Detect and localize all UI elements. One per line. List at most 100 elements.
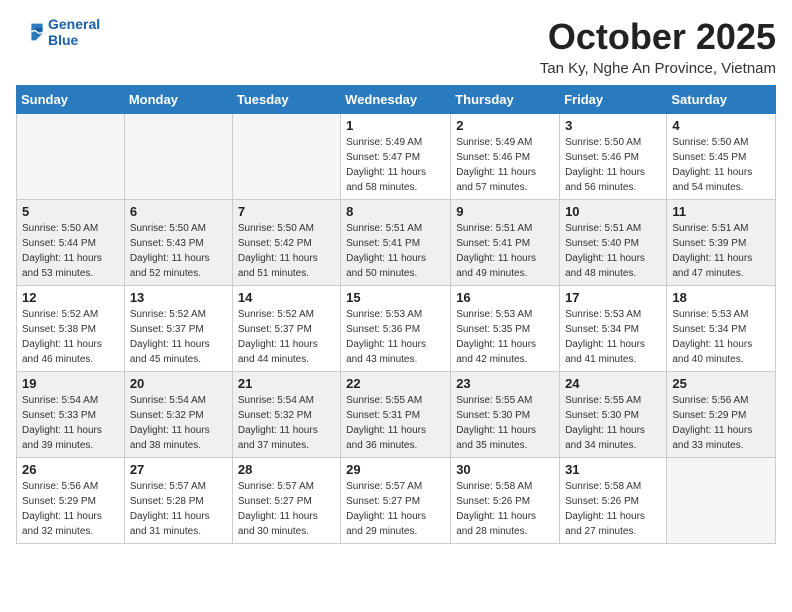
day-info: Sunrise: 5:51 AM Sunset: 5:41 PM Dayligh… — [456, 221, 554, 281]
day-info: Sunrise: 5:52 AM Sunset: 5:37 PM Dayligh… — [130, 307, 227, 367]
calendar-cell: 1Sunrise: 5:49 AM Sunset: 5:47 PM Daylig… — [341, 114, 451, 200]
day-info: Sunrise: 5:51 AM Sunset: 5:39 PM Dayligh… — [672, 221, 770, 281]
day-info: Sunrise: 5:51 AM Sunset: 5:41 PM Dayligh… — [346, 221, 445, 281]
day-info: Sunrise: 5:58 AM Sunset: 5:26 PM Dayligh… — [456, 479, 554, 539]
calendar-cell: 30 Sunrise: 5:58 AM Sunset: 5:26 PM Dayli… — [451, 458, 560, 544]
calendar-cell: 9Sunrise: 5:51 AM Sunset: 5:41 PM Daylig… — [451, 200, 560, 286]
calendar-cell: 16 Sunrise: 5:53 AM Sunset: 5:35 PM Dayli… — [451, 286, 560, 372]
calendar-cell: 20 Sunrise: 5:54 AM Sunset: 5:32 PM Dayli… — [124, 372, 232, 458]
logo-text: General Blue — [48, 16, 100, 48]
calendar-cell — [124, 114, 232, 200]
day-info: Sunrise: 5:54 AM Sunset: 5:32 PM Dayligh… — [130, 393, 227, 453]
day-number: 12 — [22, 290, 119, 305]
calendar-cell: 21 Sunrise: 5:54 AM Sunset: 5:32 PM Dayli… — [232, 372, 340, 458]
logo-area: General Blue — [16, 16, 100, 48]
day-number: 8 — [346, 204, 445, 219]
day-number: 29 — [346, 462, 445, 477]
day-number: 2 — [456, 118, 554, 133]
calendar-week-row: 12Sunrise: 5:52 AM Sunset: 5:38 PM Dayli… — [17, 286, 776, 372]
calendar-cell: 26 Sunrise: 5:56 AM Sunset: 5:29 PM Dayli… — [17, 458, 125, 544]
day-number: 28 — [238, 462, 335, 477]
calendar-week-row: 19Sunrise: 5:54 AM Sunset: 5:33 PM Dayli… — [17, 372, 776, 458]
calendar-cell: 2 Sunrise: 5:49 AM Sunset: 5:46 PM Daylig… — [451, 114, 560, 200]
day-number: 21 — [238, 376, 335, 391]
day-number: 10 — [565, 204, 661, 219]
day-number: 20 — [130, 376, 227, 391]
calendar-cell: 10 Sunrise: 5:51 AM Sunset: 5:40 PM Dayli… — [560, 200, 667, 286]
calendar-cell: 19Sunrise: 5:54 AM Sunset: 5:33 PM Dayli… — [17, 372, 125, 458]
calendar-cell: 17 Sunrise: 5:53 AM Sunset: 5:34 PM Dayli… — [560, 286, 667, 372]
day-number: 18 — [672, 290, 770, 305]
header: General Blue October 2025 Tan Ky, Nghe A… — [16, 16, 776, 77]
day-info: Sunrise: 5:55 AM Sunset: 5:30 PM Dayligh… — [456, 393, 554, 453]
calendar-cell: 8 Sunrise: 5:51 AM Sunset: 5:41 PM Daylig… — [341, 200, 451, 286]
day-info: Sunrise: 5:57 AM Sunset: 5:27 PM Dayligh… — [238, 479, 335, 539]
day-number: 1 — [346, 118, 445, 133]
weekday-header-thursday: Thursday — [451, 86, 560, 114]
day-info: Sunrise: 5:56 AM Sunset: 5:29 PM Dayligh… — [22, 479, 119, 539]
calendar-cell: 25 Sunrise: 5:56 AM Sunset: 5:29 PM Dayli… — [667, 372, 776, 458]
day-number: 15 — [346, 290, 445, 305]
day-number: 26 — [22, 462, 119, 477]
day-number: 17 — [565, 290, 661, 305]
day-number: 22 — [346, 376, 445, 391]
weekday-header-saturday: Saturday — [667, 86, 776, 114]
month-title: October 2025 — [540, 16, 776, 58]
calendar-cell: 31 Sunrise: 5:58 AM Sunset: 5:26 PM Dayli… — [560, 458, 667, 544]
weekday-header-wednesday: Wednesday — [341, 86, 451, 114]
calendar-cell — [667, 458, 776, 544]
logo-icon — [16, 18, 44, 46]
calendar-cell: 22 Sunrise: 5:55 AM Sunset: 5:31 PM Dayli… — [341, 372, 451, 458]
day-number: 27 — [130, 462, 227, 477]
day-info: Sunrise: 5:58 AM Sunset: 5:26 PM Dayligh… — [565, 479, 661, 539]
day-info: Sunrise: 5:54 AM Sunset: 5:32 PM Dayligh… — [238, 393, 335, 453]
day-info: Sunrise: 5:55 AM Sunset: 5:31 PM Dayligh… — [346, 393, 445, 453]
day-info: Sunrise: 5:49 AM Sunset: 5:46 PM Dayligh… — [456, 135, 554, 195]
weekday-header-friday: Friday — [560, 86, 667, 114]
calendar-cell — [17, 114, 125, 200]
calendar-cell: 27 Sunrise: 5:57 AM Sunset: 5:28 PM Dayli… — [124, 458, 232, 544]
day-number: 25 — [672, 376, 770, 391]
calendar-cell: 28 Sunrise: 5:57 AM Sunset: 5:27 PM Dayli… — [232, 458, 340, 544]
day-number: 24 — [565, 376, 661, 391]
calendar-cell: 14Sunrise: 5:52 AM Sunset: 5:37 PM Dayli… — [232, 286, 340, 372]
day-info: Sunrise: 5:50 AM Sunset: 5:44 PM Dayligh… — [22, 221, 119, 281]
day-info: Sunrise: 5:51 AM Sunset: 5:40 PM Dayligh… — [565, 221, 661, 281]
day-number: 5 — [22, 204, 119, 219]
calendar-cell: 11 Sunrise: 5:51 AM Sunset: 5:39 PM Dayli… — [667, 200, 776, 286]
day-info: Sunrise: 5:53 AM Sunset: 5:34 PM Dayligh… — [565, 307, 661, 367]
calendar-cell: 6Sunrise: 5:50 AM Sunset: 5:43 PM Daylig… — [124, 200, 232, 286]
day-number: 4 — [672, 118, 770, 133]
weekday-header-row: SundayMondayTuesdayWednesdayThursdayFrid… — [17, 86, 776, 114]
weekday-header-tuesday: Tuesday — [232, 86, 340, 114]
calendar-week-row: 26 Sunrise: 5:56 AM Sunset: 5:29 PM Dayli… — [17, 458, 776, 544]
calendar-cell: 15Sunrise: 5:53 AM Sunset: 5:36 PM Dayli… — [341, 286, 451, 372]
day-info: Sunrise: 5:53 AM Sunset: 5:35 PM Dayligh… — [456, 307, 554, 367]
location-title: Tan Ky, Nghe An Province, Vietnam — [540, 60, 776, 77]
calendar-cell: 7Sunrise: 5:50 AM Sunset: 5:42 PM Daylig… — [232, 200, 340, 286]
calendar-cell: 5 Sunrise: 5:50 AM Sunset: 5:44 PM Daylig… — [17, 200, 125, 286]
day-number: 23 — [456, 376, 554, 391]
day-number: 6 — [130, 204, 227, 219]
day-number: 11 — [672, 204, 770, 219]
day-info: Sunrise: 5:55 AM Sunset: 5:30 PM Dayligh… — [565, 393, 661, 453]
day-number: 30 — [456, 462, 554, 477]
day-number: 14 — [238, 290, 335, 305]
calendar-cell: 23 Sunrise: 5:55 AM Sunset: 5:30 PM Dayli… — [451, 372, 560, 458]
calendar-week-row: 1Sunrise: 5:49 AM Sunset: 5:47 PM Daylig… — [17, 114, 776, 200]
day-number: 16 — [456, 290, 554, 305]
day-info: Sunrise: 5:54 AM Sunset: 5:33 PM Dayligh… — [22, 393, 119, 453]
calendar-cell: 29Sunrise: 5:57 AM Sunset: 5:27 PM Dayli… — [341, 458, 451, 544]
day-info: Sunrise: 5:56 AM Sunset: 5:29 PM Dayligh… — [672, 393, 770, 453]
calendar-table: SundayMondayTuesdayWednesdayThursdayFrid… — [16, 85, 776, 544]
calendar-week-row: 5 Sunrise: 5:50 AM Sunset: 5:44 PM Daylig… — [17, 200, 776, 286]
calendar-cell: 24 Sunrise: 5:55 AM Sunset: 5:30 PM Dayli… — [560, 372, 667, 458]
day-number: 13 — [130, 290, 227, 305]
day-number: 31 — [565, 462, 661, 477]
day-info: Sunrise: 5:50 AM Sunset: 5:46 PM Dayligh… — [565, 135, 661, 195]
title-area: October 2025 Tan Ky, Nghe An Province, V… — [540, 16, 776, 77]
calendar-cell: 4Sunrise: 5:50 AM Sunset: 5:45 PM Daylig… — [667, 114, 776, 200]
day-info: Sunrise: 5:57 AM Sunset: 5:28 PM Dayligh… — [130, 479, 227, 539]
calendar-cell: 18 Sunrise: 5:53 AM Sunset: 5:34 PM Dayli… — [667, 286, 776, 372]
day-info: Sunrise: 5:53 AM Sunset: 5:34 PM Dayligh… — [672, 307, 770, 367]
